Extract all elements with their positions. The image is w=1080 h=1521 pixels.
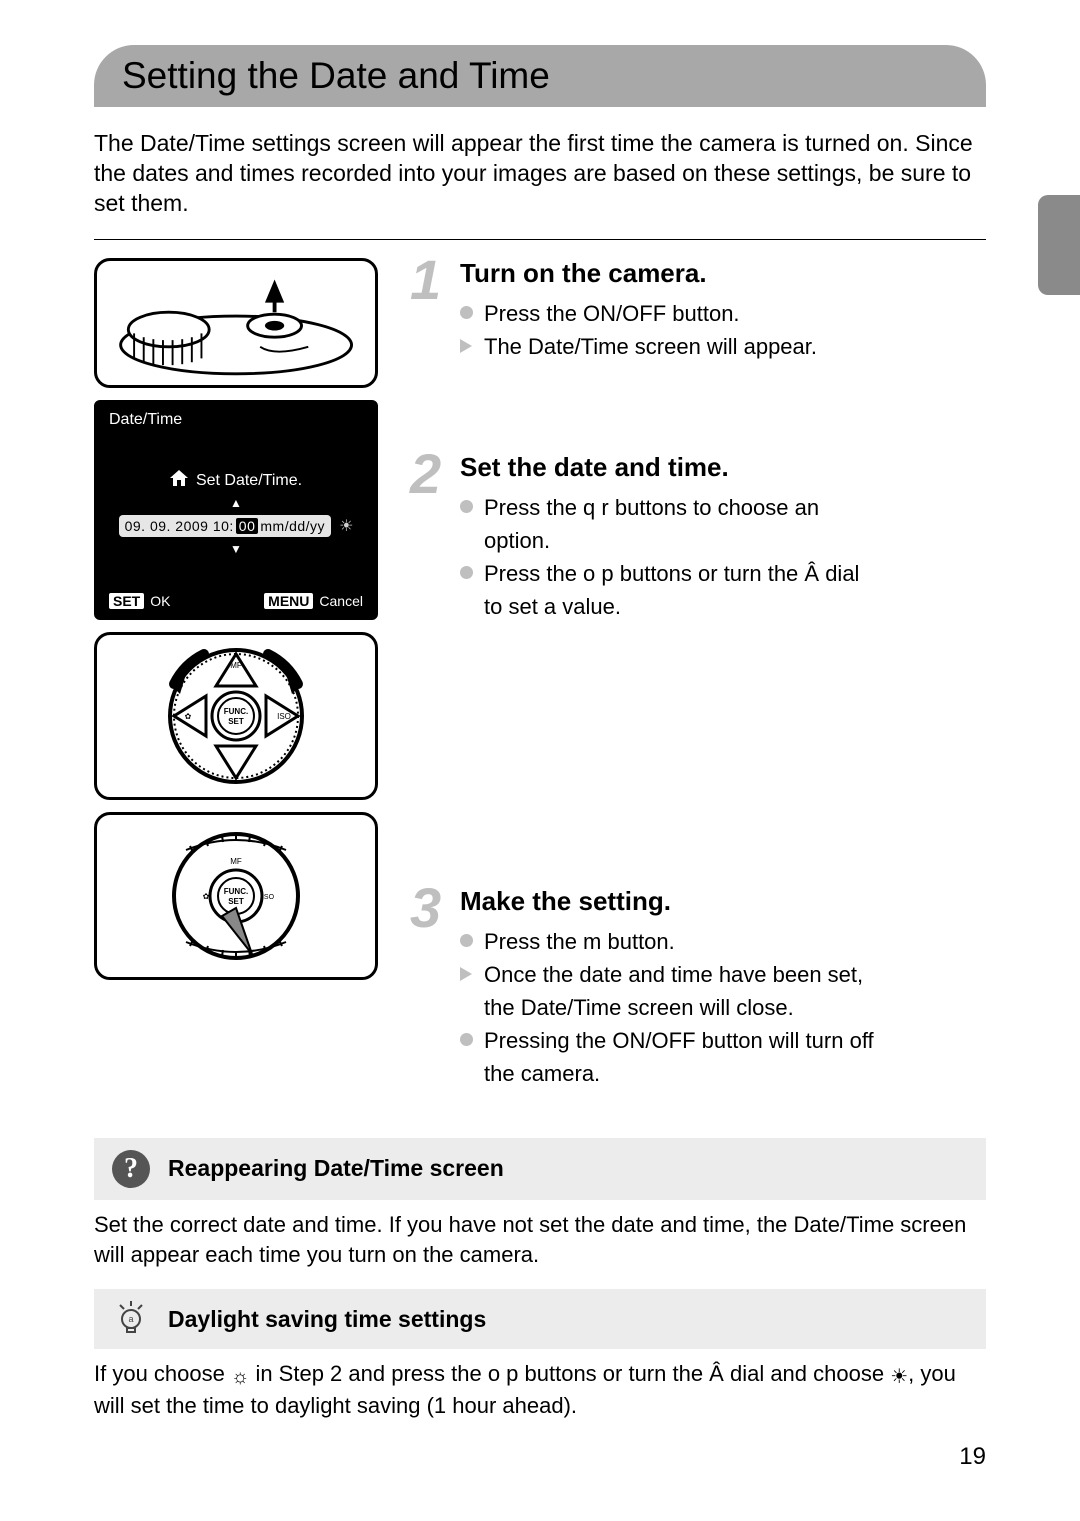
- divider: [94, 239, 986, 240]
- step-line: Press the q r buttons to choose an: [460, 493, 986, 522]
- step-line: Pressing the ON/OFF button will turn off: [460, 1026, 986, 1055]
- steps-area: Date/Time Set Date/Time. ▲ 09. 09. 2009 …: [94, 258, 986, 1132]
- lightbulb-icon: a: [112, 1301, 150, 1337]
- step-number: 3: [410, 880, 441, 936]
- step-number: 2: [410, 446, 441, 502]
- svg-text:✿: ✿: [185, 712, 192, 721]
- svg-text:MF: MF: [230, 857, 242, 866]
- note-title: Daylight saving time settings: [168, 1306, 486, 1333]
- step-3: 3 Make the setting. Press the m button. …: [410, 886, 986, 1088]
- step-number: 1: [410, 252, 441, 308]
- note-reappearing: ? Reappearing Date/Time screen: [94, 1138, 986, 1200]
- step-1: 1 Turn on the camera. Press the ON/OFF b…: [410, 258, 986, 408]
- step-title: Set the date and time.: [460, 452, 986, 483]
- note-body: If you choose ☼ in Step 2 and press the …: [94, 1359, 986, 1421]
- dst-sun-icon: ☀: [339, 516, 353, 536]
- question-icon: ?: [112, 1150, 150, 1188]
- svg-text:✿: ✿: [203, 892, 210, 901]
- screen-selected-field: 00: [236, 518, 259, 534]
- step-line: Press the ON/OFF button.: [460, 299, 986, 328]
- step-title: Turn on the camera.: [460, 258, 986, 289]
- manual-page: Setting the Date and Time The Date/Time …: [0, 0, 1080, 1521]
- svg-text:FUNC.: FUNC.: [224, 707, 248, 716]
- svg-text:MF: MF: [230, 661, 242, 670]
- step-title: Make the setting.: [460, 886, 986, 917]
- note-title: Reappearing Date/Time screen: [168, 1155, 504, 1182]
- svg-text:ISO: ISO: [262, 894, 275, 901]
- step-line: The Date/Time screen will appear.: [460, 332, 986, 361]
- note-dst: a Daylight saving time settings: [94, 1289, 986, 1349]
- figure-datetime-screen: Date/Time Set Date/Time. ▲ 09. 09. 2009 …: [94, 400, 378, 620]
- screen-title: Date/Time: [107, 411, 365, 435]
- screen-prompt: Set Date/Time.: [196, 472, 302, 490]
- page-number: 19: [959, 1443, 986, 1471]
- screen-menu-cancel: MENUCancel: [264, 593, 363, 609]
- page-edge-tab: [1038, 195, 1080, 295]
- svg-text:FUNC.: FUNC.: [224, 887, 248, 896]
- step-line: Press the m button.: [460, 927, 986, 956]
- intro-text: The Date/Time settings screen will appea…: [94, 129, 986, 219]
- step-line: to set a value.: [460, 592, 986, 621]
- figure-control-ring-rotate: FUNC. SET MF ✿ ISO: [94, 632, 378, 800]
- step-line: option.: [460, 526, 986, 555]
- step-line: the camera.: [460, 1059, 986, 1088]
- step-line: Once the date and time have been set,: [460, 960, 986, 989]
- screen-datetime-value: 09. 09. 2009 10:00 mm/dd/yy: [119, 515, 331, 537]
- svg-text:ISO: ISO: [277, 712, 291, 721]
- svg-text:SET: SET: [228, 717, 244, 726]
- sun-outline-icon: ☼: [231, 1366, 249, 1388]
- figure-column: Date/Time Set Date/Time. ▲ 09. 09. 2009 …: [94, 258, 378, 1132]
- screen-set-ok: SETOK: [109, 593, 170, 609]
- caret-up-icon: ▲: [230, 497, 242, 509]
- svg-text:a: a: [128, 1314, 133, 1324]
- home-icon: [170, 470, 188, 491]
- svg-text:SET: SET: [228, 897, 244, 906]
- step-line: Press the o p buttons or turn the Â dial: [460, 559, 986, 588]
- page-title: Setting the Date and Time: [122, 55, 958, 97]
- caret-down-icon: ▼: [230, 543, 242, 555]
- figure-camera-top: [94, 258, 378, 388]
- camera-onoff-illustration: [111, 267, 361, 379]
- step-line: the Date/Time screen will close.: [460, 993, 986, 1022]
- page-title-bar: Setting the Date and Time: [94, 45, 986, 107]
- step-2: 2 Set the date and time. Press the q r b…: [410, 452, 986, 842]
- text-column: 1 Turn on the camera. Press the ON/OFF b…: [410, 258, 986, 1132]
- figure-control-ring-press: FUNC. SET MF ✿ ISO: [94, 812, 378, 980]
- sun-filled-icon: ☀: [890, 1366, 908, 1388]
- note-body: Set the correct date and time. If you ha…: [94, 1210, 986, 1269]
